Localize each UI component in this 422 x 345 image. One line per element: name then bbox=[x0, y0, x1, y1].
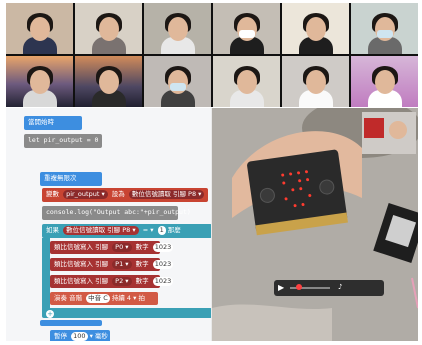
pause-block[interactable]: 暫停 100 ▾ 毫秒 bbox=[50, 330, 110, 341]
set-variable-block[interactable]: 變數 pir_output ▾ 設為 數位信號讀取 引腳 P8 ▾ bbox=[42, 188, 208, 202]
camera-view: ▶ ♪ bbox=[212, 108, 418, 341]
participant-6[interactable] bbox=[351, 3, 418, 54]
on-start-label: 當開始時 bbox=[28, 118, 54, 126]
console-log-block[interactable]: console.log("Output abc:"+pir_output) bbox=[42, 206, 191, 220]
beat-value[interactable]: 4 bbox=[127, 294, 131, 302]
add-else-icon[interactable]: + bbox=[46, 310, 54, 318]
pause-value[interactable]: 100 bbox=[71, 332, 88, 341]
play-tone-block[interactable]: 演奏 音階 中音 C 持續 4 ▾ 拍 bbox=[50, 292, 158, 305]
if-block[interactable]: 如果 數位信號讀取 引腳 P8 ▾ = ▾ 1 那麼 bbox=[42, 224, 211, 238]
p0-value[interactable]: 1023 bbox=[152, 243, 174, 252]
if-block-body bbox=[42, 238, 50, 312]
forever-label: 重複無限次 bbox=[44, 174, 77, 182]
participant-8[interactable] bbox=[75, 56, 142, 107]
if-then: 那麼 bbox=[167, 226, 181, 234]
video-player-bar[interactable]: ▶ ♪ bbox=[274, 280, 384, 296]
if-read-block[interactable]: 數位信號讀取 引腳 P8 ▾ bbox=[63, 226, 139, 235]
participant-3[interactable] bbox=[144, 3, 211, 54]
analog-write-p2-block[interactable]: 類比信號寫入 引腳 P2 ▾ 數字 1023 bbox=[50, 275, 174, 288]
on-start-block[interactable]: 當開始時 bbox=[24, 116, 82, 130]
participant-7[interactable] bbox=[6, 56, 73, 107]
forever-block-end bbox=[40, 320, 102, 326]
participant-1[interactable] bbox=[6, 3, 73, 54]
p2-dropdown[interactable]: P2 ▾ bbox=[112, 277, 132, 286]
participant-11[interactable] bbox=[282, 56, 349, 107]
if-value[interactable]: 1 bbox=[157, 226, 166, 235]
forever-block[interactable]: 重複無限次 bbox=[40, 172, 102, 186]
shared-screen: 當開始時 let pir_output = 0 重複無限次 變數 pir_out… bbox=[6, 108, 418, 341]
set-read-block[interactable]: 數位信號讀取 引腳 P8 ▾ bbox=[128, 190, 205, 199]
participant-10[interactable] bbox=[213, 56, 280, 107]
participant-9[interactable] bbox=[144, 56, 211, 107]
p1-value[interactable]: 1023 bbox=[152, 260, 174, 269]
block-editor[interactable]: 當開始時 let pir_output = 0 重複無限次 變數 pir_out… bbox=[6, 108, 211, 341]
participant-4[interactable] bbox=[213, 3, 280, 54]
if-block-end: + bbox=[42, 308, 211, 318]
start-code: let pir_output = 0 bbox=[28, 136, 99, 144]
start-code-block[interactable]: let pir_output = 0 bbox=[24, 134, 102, 148]
set-to-label: 設為 bbox=[111, 190, 125, 198]
play-icon[interactable]: ▶ bbox=[278, 283, 284, 292]
console-code: console.log("Output abc:"+pir_output) bbox=[46, 208, 191, 216]
participant-2[interactable] bbox=[75, 3, 142, 54]
analog-write-p0-block[interactable]: 類比信號寫入 引腳 P0 ▾ 數字 1023 bbox=[50, 241, 174, 254]
participant-12[interactable] bbox=[351, 56, 418, 107]
progress-knob[interactable] bbox=[296, 284, 302, 290]
camera-scene bbox=[212, 108, 418, 341]
set-var-dropdown[interactable]: pir_output ▾ bbox=[63, 190, 108, 199]
volume-icon[interactable]: ♪ bbox=[338, 283, 342, 291]
if-label: 如果 bbox=[46, 226, 59, 234]
participant-5[interactable] bbox=[282, 3, 349, 54]
participant-grid bbox=[6, 3, 418, 107]
p2-value[interactable]: 1023 bbox=[152, 277, 174, 286]
p1-dropdown[interactable]: P1 ▾ bbox=[112, 260, 132, 269]
microbit-board bbox=[247, 149, 348, 236]
analog-write-p1-block[interactable]: 類比信號寫入 引腳 P1 ▾ 數字 1023 bbox=[50, 258, 174, 271]
p0-dropdown[interactable]: P0 ▾ bbox=[112, 243, 132, 252]
if-op[interactable]: = bbox=[143, 226, 148, 234]
set-label: 變數 bbox=[46, 190, 59, 198]
tone-value[interactable]: 中音 C bbox=[86, 294, 110, 303]
